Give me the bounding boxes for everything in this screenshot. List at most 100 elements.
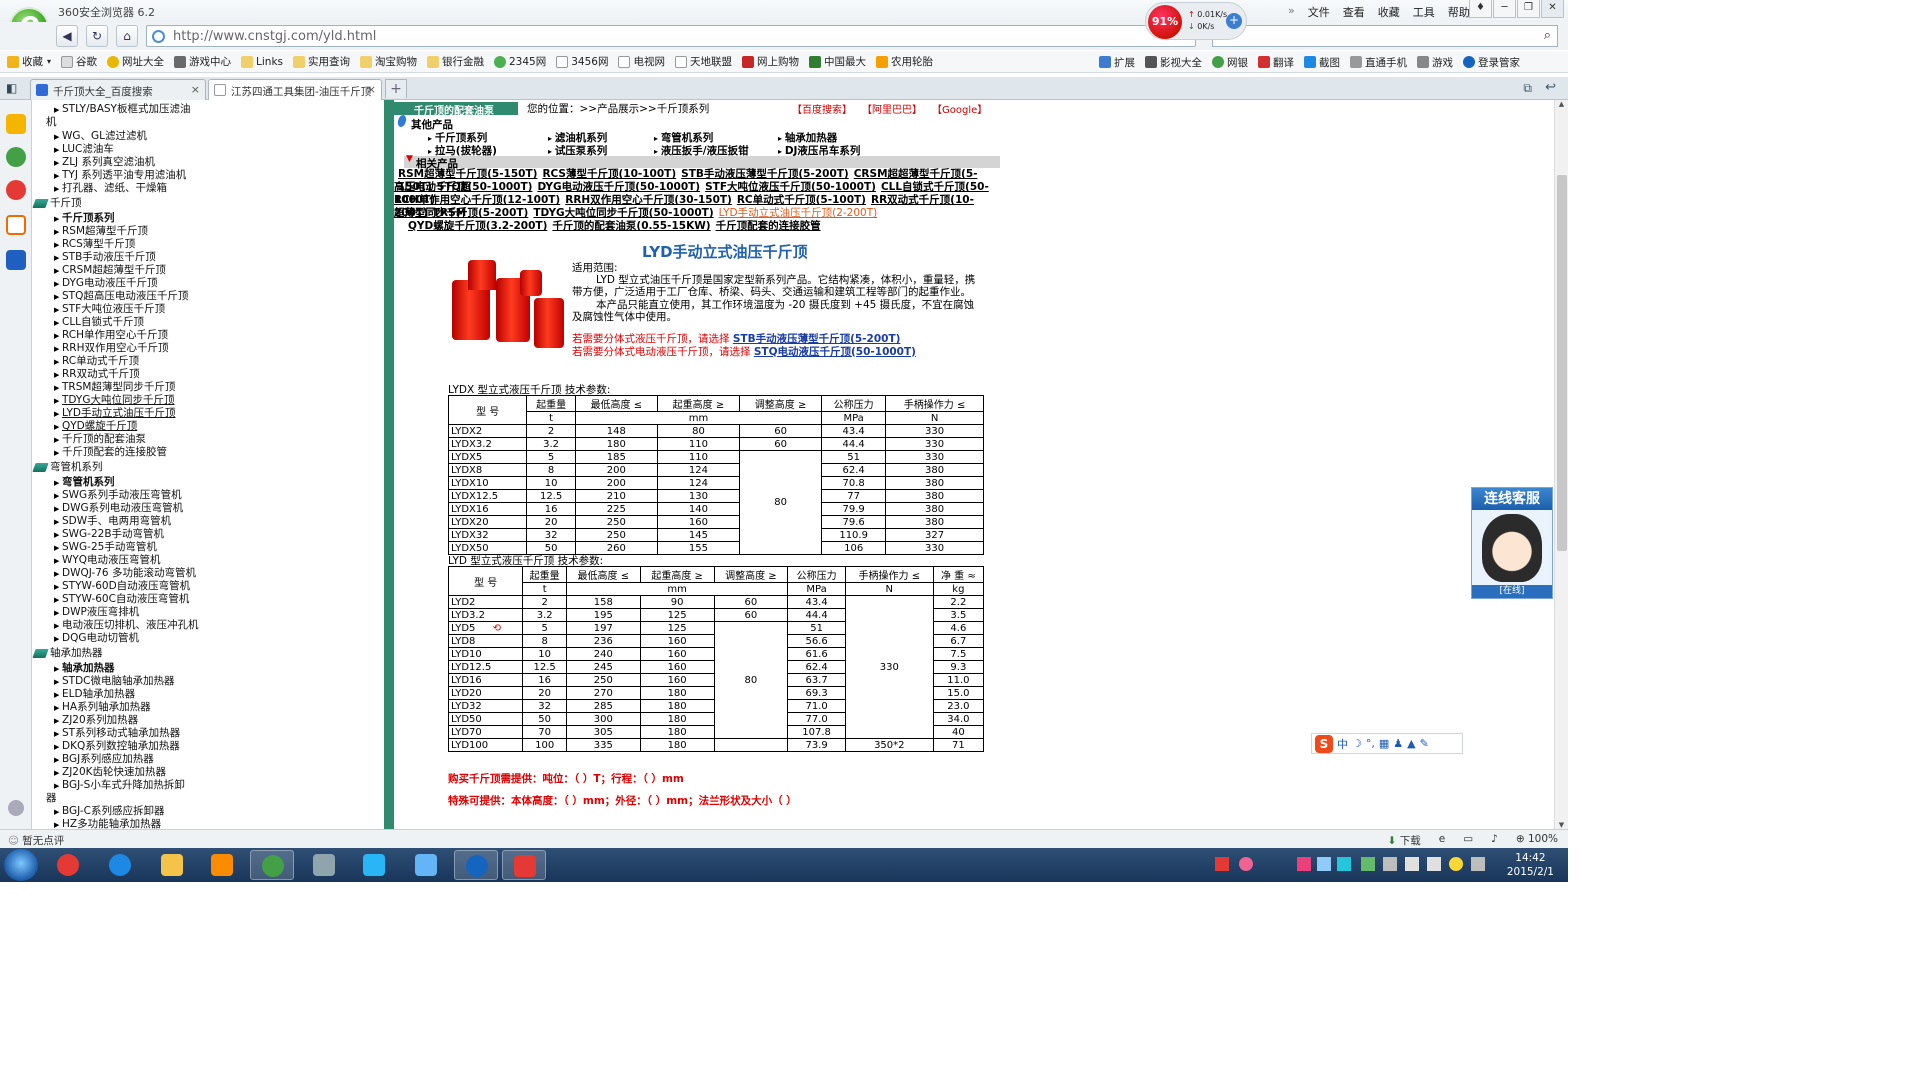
skin-icon[interactable]: ♦	[1469, 0, 1492, 18]
bookmark-query[interactable]: 实用查询	[290, 54, 353, 69]
address-bar[interactable]: http://www.cnstgj.com/yld.html	[146, 25, 1196, 47]
related-product-link[interactable]: 超薄型同步千斤顶(5-200T)	[394, 207, 528, 219]
tray-icon[interactable]	[1215, 857, 1229, 871]
moon-icon[interactable]: ☽	[1352, 737, 1362, 750]
undo-close-icon[interactable]: ↩	[1545, 80, 1556, 95]
related-product-link[interactable]: QYD螺旋千斤顶(3.2-200T)	[408, 220, 547, 232]
tree-item[interactable]: ▶ DQG电动切管机	[54, 630, 139, 645]
tray-icon[interactable]	[1297, 857, 1311, 871]
weibo-icon[interactable]	[6, 180, 26, 200]
related-product-link[interactable]: DYG电动液压千斤顶(50-1000T)	[537, 181, 700, 193]
tab-sitong-tools[interactable]: 江苏四通工具集团-油压千斤顶 ×	[208, 79, 382, 100]
bookmark-games[interactable]: 游戏中心	[171, 54, 234, 69]
tray-icon[interactable]	[1239, 857, 1253, 871]
clock[interactable]: 14:42 2015/2/1	[1507, 851, 1554, 879]
wrench-icon[interactable]: ✎	[1420, 737, 1429, 750]
bookmark-favorites[interactable]: 收藏 ▾	[4, 54, 54, 69]
related-product-link[interactable]: 高压电动千斤顶(50-1000T)	[394, 181, 532, 193]
bookmark-shopping[interactable]: 网上购物	[739, 54, 802, 69]
related-product-link[interactable]: STF大吨位液压千斤顶(50-1000T)	[705, 181, 876, 193]
related-product-link[interactable]: 千斤顶配套的连接胶管	[716, 220, 821, 232]
taskbar-360-browser[interactable]	[250, 850, 294, 880]
tray-icon[interactable]	[1361, 857, 1375, 871]
related-product-link[interactable]: RRH双作用空心千斤顶(30-150T)	[565, 194, 732, 206]
tool-ebank[interactable]: 网银	[1209, 55, 1251, 70]
related-product-link[interactable]: TDYG大吨位同步千斤顶(50-1000T)	[533, 207, 713, 219]
maximize-button[interactable]: ❐	[1517, 0, 1540, 18]
menu-help[interactable]: 帮助	[1448, 4, 1470, 20]
menu-tools[interactable]: 工具	[1413, 4, 1435, 20]
tool-translate[interactable]: 翻译	[1255, 55, 1297, 70]
tree-category[interactable]: 千斤顶	[32, 195, 82, 210]
taskbar-app[interactable]	[46, 850, 90, 880]
tool-extensions[interactable]: 扩展	[1096, 55, 1138, 70]
related-product-link[interactable]: RC单动式千斤顶(5-100T)	[737, 194, 866, 206]
vertical-scrollbar[interactable]: ▲ ▼	[1554, 100, 1568, 829]
baidu-search-link[interactable]: 【百度搜索】	[792, 101, 852, 116]
menu-view[interactable]: 查看	[1343, 4, 1365, 20]
tray-icon[interactable]	[1337, 857, 1351, 871]
bookmark-links[interactable]: Links	[238, 55, 286, 68]
stq-link[interactable]: STQ电动液压千斤顶(50-1000T)	[754, 346, 916, 358]
bookmark-tires[interactable]: 农用轮胎	[873, 54, 936, 69]
tray-icon[interactable]	[1449, 857, 1463, 871]
bookmark-union[interactable]: 天地联盟	[672, 54, 735, 69]
bookmark-largest[interactable]: 中国最大	[806, 54, 869, 69]
tray-icon[interactable]	[1317, 857, 1331, 871]
back-button[interactable]: ◀	[56, 25, 78, 47]
tree-category[interactable]: 轴承加热器	[32, 645, 103, 660]
taskbar-player[interactable]	[200, 850, 244, 880]
close-tab-icon[interactable]: ×	[191, 83, 200, 96]
keyboard-icon[interactable]: ▦	[1379, 737, 1389, 750]
user-icon[interactable]: ♟	[1393, 737, 1403, 750]
scroll-down-icon[interactable]: ▼	[1555, 821, 1568, 829]
close-tab-icon[interactable]: ×	[367, 83, 376, 96]
bookmark-site-nav[interactable]: 网址大全	[104, 54, 167, 69]
tool-login[interactable]: 登录管家	[1460, 55, 1523, 70]
menu-chevron-icon[interactable]: »	[1288, 4, 1295, 20]
zoom-control[interactable]: ⊕ 100%	[1516, 833, 1558, 848]
tray-icon[interactable]	[1471, 857, 1485, 871]
taskbar-qq[interactable]	[352, 850, 396, 880]
google-link[interactable]: 【Google】	[932, 101, 987, 116]
mail-icon[interactable]	[6, 215, 26, 235]
related-product-link[interactable]: RSM超薄型千斤顶(5-150T)	[398, 168, 537, 180]
ie-mode-icon[interactable]: e	[1439, 833, 1445, 848]
tool-phone[interactable]: 直通手机	[1347, 55, 1410, 70]
taskbar-app[interactable]	[302, 850, 346, 880]
menu-file[interactable]: 文件	[1308, 4, 1330, 20]
tree-item[interactable]: ▶ HZ多功能轴承加热器	[54, 816, 161, 829]
flag-icon[interactable]	[1405, 857, 1419, 871]
service-status[interactable]: [在线]	[1472, 585, 1552, 598]
minimize-button[interactable]: ─	[1493, 0, 1516, 18]
scroll-up-icon[interactable]: ▲	[1555, 100, 1568, 108]
taskbar-explorer[interactable]	[150, 850, 194, 880]
app-icon[interactable]	[6, 250, 26, 270]
taskbar-app[interactable]	[502, 850, 546, 880]
bookmark-3456[interactable]: 3456网	[553, 54, 611, 69]
volume-icon[interactable]: ♪	[1491, 833, 1498, 848]
tree-item-continued[interactable]: 机	[46, 114, 57, 129]
home-button[interactable]: ⌂	[116, 25, 138, 47]
search-icon[interactable]: ⌕	[1544, 28, 1551, 43]
tab-baidu-search[interactable]: 千斤顶大全_百度搜索 ×	[30, 79, 206, 100]
bookmark-taobao[interactable]: 淘宝购物	[357, 54, 420, 69]
start-button[interactable]	[4, 849, 38, 881]
download-button[interactable]: ⬇ 下载	[1388, 833, 1421, 848]
taskbar-app[interactable]	[454, 850, 498, 880]
punct-icon[interactable]: °,	[1366, 737, 1375, 750]
plus-icon[interactable]: +	[1226, 13, 1242, 29]
scrollbar-thumb[interactable]	[1557, 175, 1567, 551]
bookmark-tv[interactable]: 电视网	[615, 54, 668, 69]
tool-games[interactable]: 游戏	[1414, 55, 1456, 70]
status-text[interactable]: 暂无点评	[22, 835, 64, 847]
address-url[interactable]: http://www.cnstgj.com/yld.html	[173, 29, 376, 44]
related-product-link[interactable]: LYD手动立式油压千斤顶(2-200T)	[719, 207, 878, 219]
speed-monitor[interactable]: 91% ↑ 0.01K/s ↓ 0K/s +	[1145, 2, 1247, 40]
network-icon[interactable]	[1383, 857, 1397, 871]
customer-service-widget[interactable]: 连线客服 [在线]	[1471, 487, 1553, 599]
new-tab-button[interactable]: +	[385, 79, 407, 98]
taskbar-ie[interactable]	[98, 850, 142, 880]
related-product-link[interactable]: RCS薄型千斤顶(10-100T)	[542, 168, 676, 180]
bookmark-2345[interactable]: 2345网	[491, 54, 549, 69]
